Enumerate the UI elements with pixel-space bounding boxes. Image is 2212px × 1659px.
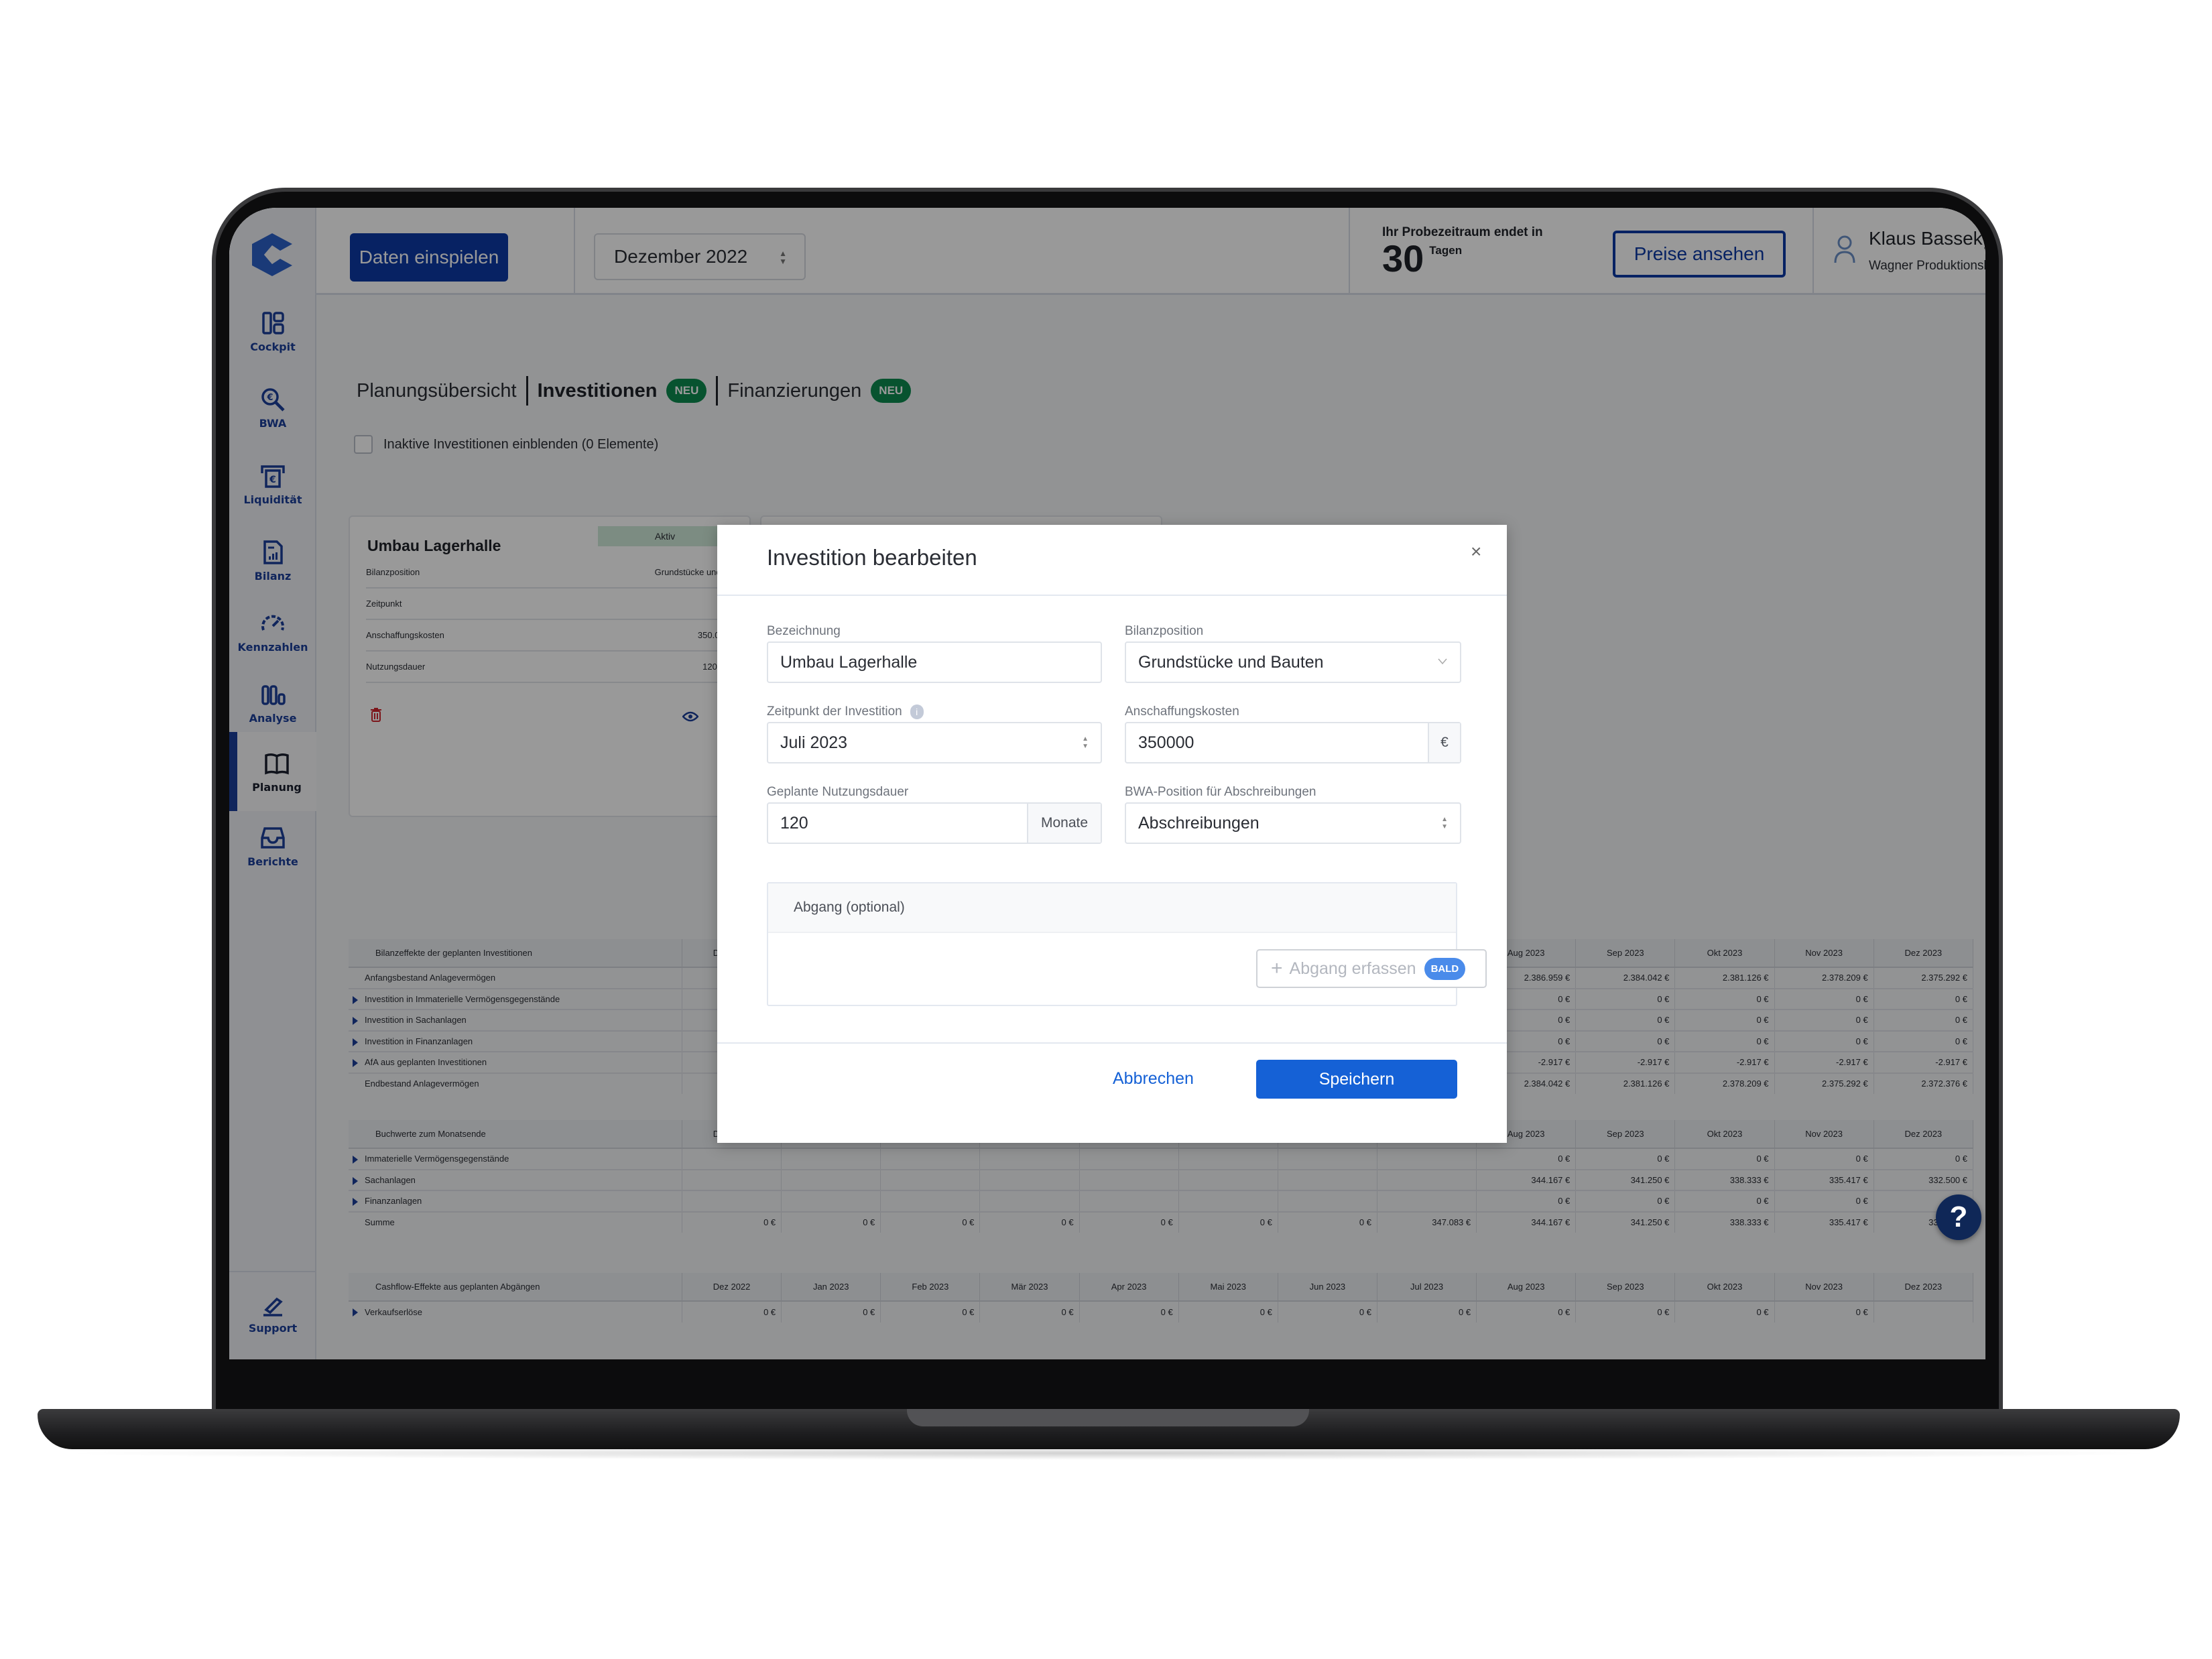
save-button[interactable]: Speichern bbox=[1256, 1060, 1457, 1099]
currency-addon: € bbox=[1428, 723, 1460, 762]
close-icon[interactable]: × bbox=[1471, 541, 1481, 562]
useful-life-value: 120 bbox=[780, 813, 808, 833]
name-input-value: Umbau Lagerhalle bbox=[780, 652, 918, 672]
bwa-position-value: Abschreibungen bbox=[1138, 813, 1259, 833]
cancel-button[interactable]: Abbrechen bbox=[1113, 1069, 1194, 1089]
unit-addon: Monate bbox=[1027, 804, 1101, 843]
name-input[interactable]: Umbau Lagerhalle bbox=[767, 641, 1102, 683]
add-disposal-label: Abgang erfassen bbox=[1289, 959, 1416, 978]
modal-divider bbox=[717, 1042, 1507, 1044]
acquisition-cost-input[interactable]: 350000 € bbox=[1125, 722, 1461, 763]
info-icon[interactable]: i bbox=[910, 704, 924, 719]
bwa-position-select[interactable]: Abschreibungen ▲ ▼ bbox=[1125, 802, 1461, 844]
plus-icon: + bbox=[1271, 957, 1283, 979]
modal-divider bbox=[717, 595, 1507, 596]
balance-position-select[interactable]: Grundstücke und Bauten bbox=[1125, 641, 1461, 683]
field-label: Zeitpunkt der Investition i bbox=[767, 704, 924, 719]
laptop-shadow bbox=[54, 1447, 2165, 1460]
add-disposal-button[interactable]: + Abgang erfassen BALD bbox=[1256, 949, 1487, 988]
field-label: Bilanzposition bbox=[1125, 624, 1204, 638]
disposal-section-header: Abgang (optional) bbox=[768, 883, 1456, 933]
field-label: Geplante Nutzungsdauer bbox=[767, 785, 909, 799]
modal-title: Investition bearbeiten bbox=[767, 545, 977, 570]
balance-position-value: Grundstücke und Bauten bbox=[1138, 652, 1324, 672]
field-label: BWA-Position für Abschreibungen bbox=[1125, 785, 1316, 799]
disposal-section: Abgang (optional) + Abgang erfassen BALD bbox=[767, 882, 1487, 1006]
field-label: Bezeichnung bbox=[767, 624, 841, 638]
field-label-text: Zeitpunkt der Investition bbox=[767, 704, 902, 719]
coming-soon-badge: BALD bbox=[1424, 957, 1466, 980]
sort-arrows-icon: ▲ ▼ bbox=[1082, 735, 1089, 750]
useful-life-input[interactable]: 120 Monate bbox=[767, 802, 1102, 844]
edit-investment-modal: Investition bearbeiten × Bezeichnung Umb… bbox=[717, 525, 1507, 1143]
investment-date-value: Juli 2023 bbox=[780, 733, 848, 752]
laptop-notch bbox=[907, 1409, 1309, 1426]
investment-date-select[interactable]: Juli 2023 ▲ ▼ bbox=[767, 722, 1102, 763]
acquisition-cost-value: 350000 bbox=[1138, 733, 1194, 752]
chevron-down-icon bbox=[1438, 658, 1447, 665]
help-button[interactable]: ? bbox=[1936, 1194, 1981, 1240]
field-label: Anschaffungskosten bbox=[1125, 704, 1239, 719]
sort-arrows-icon: ▲ ▼ bbox=[1441, 816, 1448, 831]
